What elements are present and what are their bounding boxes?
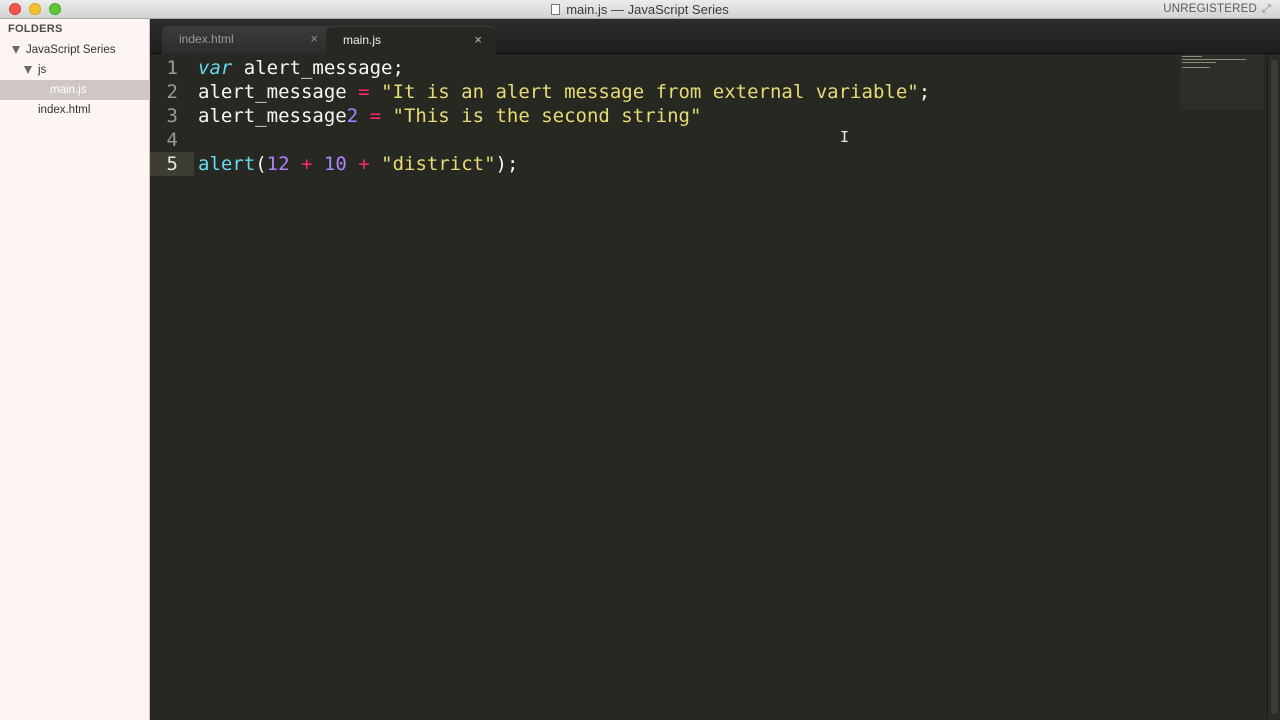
- code-line-1[interactable]: var alert_message;: [198, 56, 404, 80]
- line-number: 4: [166, 129, 178, 151]
- vertical-scrollbar[interactable]: [1267, 54, 1280, 720]
- code-line-3[interactable]: alert_message2 = "This is the second str…: [198, 104, 701, 128]
- tree-label: index.html: [38, 104, 91, 116]
- window-title-container: main.js — JavaScript Series: [0, 2, 1280, 17]
- window-titlebar: main.js — JavaScript Series UNREGISTERED…: [0, 0, 1280, 19]
- code-line-2[interactable]: alert_message = "It is an alert message …: [198, 80, 930, 104]
- close-tab-icon[interactable]: ×: [474, 27, 482, 53]
- minimap-line: [1182, 56, 1202, 57]
- tree-folder-javascript-series[interactable]: JavaScript Series: [0, 40, 150, 60]
- disclosure-triangle-icon[interactable]: [24, 66, 32, 74]
- tab-label: index.html: [179, 32, 234, 46]
- tree-folder-js[interactable]: js: [0, 60, 150, 80]
- sidebar: FOLDERS JavaScript Series js main.js ind…: [0, 19, 150, 720]
- ibeam-cursor-icon: I: [840, 128, 850, 146]
- tree-label: main.js: [50, 84, 87, 96]
- tree-label: js: [38, 64, 47, 76]
- minimap[interactable]: [1180, 54, 1264, 110]
- line-number-current: 5: [150, 152, 194, 176]
- code-line-5[interactable]: alert(12 + 10 + "district");: [198, 152, 518, 176]
- line-number: 1: [166, 57, 178, 79]
- fullscreen-icon[interactable]: ⤢: [1262, 3, 1274, 15]
- line-number: 2: [166, 81, 178, 103]
- scroll-thumb[interactable]: [1271, 60, 1278, 714]
- folders-header: FOLDERS: [8, 23, 63, 35]
- close-tab-icon[interactable]: ×: [310, 26, 318, 52]
- line-number: 3: [166, 105, 178, 127]
- tree-label: JavaScript Series: [26, 44, 116, 56]
- document-icon: [551, 4, 561, 15]
- code-editor[interactable]: 1 2 3 4 5 var alert_message; alert_messa…: [150, 54, 1267, 720]
- minimap-line: [1182, 62, 1216, 63]
- disclosure-triangle-icon[interactable]: [12, 46, 20, 54]
- minimap-line: [1182, 67, 1210, 68]
- minimap-line: [1182, 59, 1246, 60]
- tree-file-index-html[interactable]: index.html: [0, 100, 150, 120]
- tab-index-html[interactable]: index.html ×: [162, 26, 332, 54]
- window-title: main.js — JavaScript Series: [566, 2, 729, 17]
- tab-main-js[interactable]: main.js ×: [326, 26, 496, 54]
- tab-label: main.js: [343, 33, 382, 47]
- tree-file-main-js[interactable]: main.js: [0, 80, 150, 100]
- license-status: UNREGISTERED: [1163, 3, 1257, 15]
- tab-bar: index.html × main.js ×: [150, 19, 1280, 54]
